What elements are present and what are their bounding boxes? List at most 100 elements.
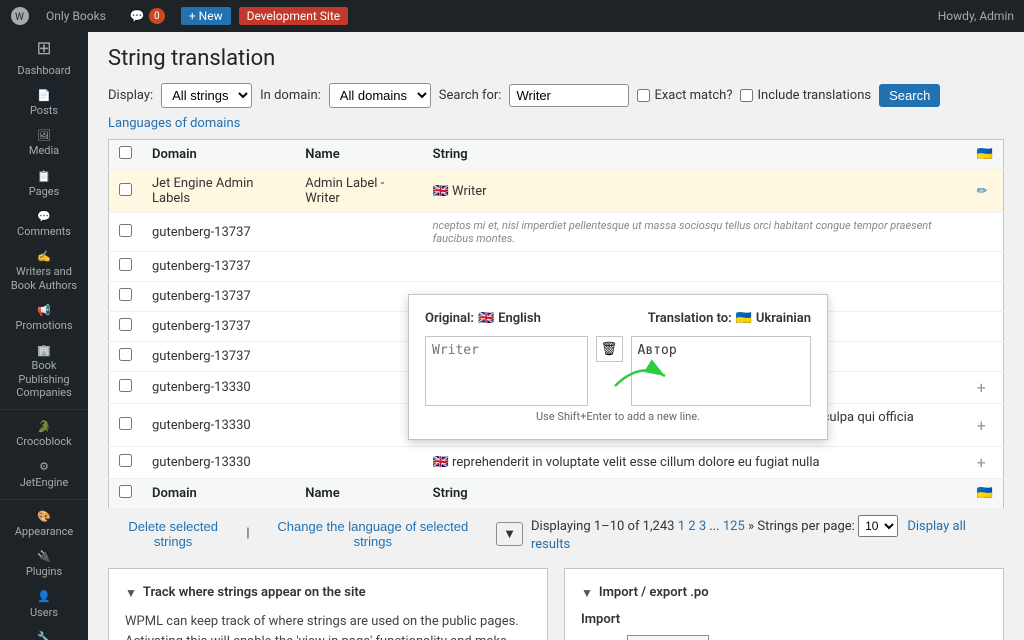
row-checkbox[interactable] <box>119 258 132 271</box>
sidebar-item-jetengine[interactable]: ⚙ JetEngine <box>0 454 88 494</box>
comments-icon[interactable]: 💬 0 <box>122 0 173 32</box>
add-translation-icon[interactable]: + <box>977 416 986 435</box>
action-cell <box>967 342 1004 372</box>
track-panel-toggle[interactable]: ▼ <box>125 586 137 600</box>
string-cell: 🇬🇧 Writer <box>423 170 967 213</box>
include-translations-label[interactable]: Include translations <box>740 88 871 103</box>
sidebar-item-posts[interactable]: 📄 Posts <box>0 83 88 123</box>
sidebar-item-book-publishing[interactable]: 🏢 Book Publishing Companies <box>0 338 88 405</box>
edit-icon[interactable]: ✏ <box>977 184 988 199</box>
sidebar-item-appearance[interactable]: 🎨 Appearance <box>0 504 88 544</box>
track-panel-description: WPML can keep track of where strings are… <box>125 612 531 640</box>
add-translation-icon[interactable]: + <box>977 378 986 397</box>
row-checkbox-cell[interactable] <box>109 404 143 447</box>
strings-per-page-label: Strings per page: <box>757 519 855 534</box>
domain-cell: gutenberg-13737 <box>142 213 295 252</box>
select-all-checkbox[interactable] <box>119 146 132 159</box>
row-checkbox[interactable] <box>119 454 132 467</box>
row-checkbox-cell[interactable] <box>109 312 143 342</box>
domain-column-header: Domain <box>142 140 295 170</box>
table-row: Jet Engine Admin Labels Admin Label - Wr… <box>109 170 1004 213</box>
sidebar-item-comments[interactable]: 💬 Comments <box>0 204 88 244</box>
sidebar-item-tools[interactable]: 🔧 Tools <box>0 625 88 640</box>
page-links[interactable]: 1 2 3 ... 125 » <box>678 519 754 534</box>
row-checkbox[interactable] <box>119 348 132 361</box>
pages-icon: 📋 <box>37 170 51 183</box>
users-icon: 👤 <box>37 590 51 603</box>
filter-bar: Display: All strings In domain: All doma… <box>108 83 1004 108</box>
import-export-panel-title: ▼ Import / export .po <box>581 585 987 600</box>
tools-icon: 🔧 <box>37 631 51 640</box>
sidebar-item-pages[interactable]: 📋 Pages <box>0 164 88 204</box>
name-cell <box>295 372 422 404</box>
sidebar-item-media[interactable]: 🖼 Media <box>0 123 88 163</box>
row-checkbox-cell[interactable] <box>109 447 143 479</box>
row-checkbox[interactable] <box>119 417 132 430</box>
exact-match-checkbox[interactable] <box>637 89 650 102</box>
name-cell <box>295 282 422 312</box>
new-button[interactable]: + New <box>181 7 231 25</box>
domain-cell: gutenberg-13737 <box>142 342 295 372</box>
bulk-dropdown-icon[interactable]: ▼ <box>496 522 523 546</box>
name-column-header: Name <box>295 140 422 170</box>
footer-checkbox-header[interactable] <box>109 479 143 509</box>
sidebar-item-crocoblock[interactable]: 🐊 Crocoblock <box>0 414 88 454</box>
strings-per-page-select[interactable]: 10 25 50 <box>858 515 898 537</box>
import-export-panel: ▼ Import / export .po Import po file: Ch… <box>564 568 1004 640</box>
search-button[interactable]: Search <box>879 84 940 107</box>
edit-cell[interactable]: ✏ <box>967 170 1004 213</box>
row-checkbox-cell[interactable] <box>109 170 143 213</box>
row-checkbox-cell[interactable] <box>109 213 143 252</box>
sidebar-item-plugins[interactable]: 🔌 Plugins <box>0 544 88 584</box>
delete-selected-button[interactable]: Delete selected strings <box>108 519 238 549</box>
name-cell <box>295 213 422 252</box>
add-cell[interactable]: + <box>967 404 1004 447</box>
writers-icon: ✍ <box>37 250 51 263</box>
footer-name-header: Name <box>295 479 422 509</box>
include-translations-checkbox[interactable] <box>740 89 753 102</box>
sidebar-item-writers[interactable]: ✍ Writers and Book Authors <box>0 244 88 298</box>
checkbox-column-header[interactable] <box>109 140 143 170</box>
wp-logo[interactable]: W <box>10 6 30 26</box>
row-checkbox[interactable] <box>119 379 132 392</box>
table-row: gutenberg-13330 🇬🇧 reprehenderit in volu… <box>109 447 1004 479</box>
posts-icon: 📄 <box>37 89 51 102</box>
footer-select-all-checkbox[interactable] <box>119 485 132 498</box>
add-cell[interactable]: + <box>967 372 1004 404</box>
page-link-2[interactable]: 2 <box>688 519 695 534</box>
row-checkbox[interactable] <box>119 183 132 196</box>
add-cell[interactable]: + <box>967 447 1004 479</box>
devsite-badge[interactable]: Development Site <box>239 7 349 25</box>
page-link-125[interactable]: 125 <box>723 519 745 534</box>
sidebar-item-dashboard[interactable]: ⊞ Dashboard <box>0 32 88 83</box>
row-checkbox-cell[interactable] <box>109 372 143 404</box>
exact-match-label[interactable]: Exact match? <box>637 88 732 103</box>
sidebar-item-users[interactable]: 👤 Users <box>0 584 88 624</box>
popup-textareas: 🗑 Автор <box>425 336 811 406</box>
search-input[interactable] <box>509 84 629 107</box>
row-checkbox[interactable] <box>119 318 132 331</box>
page-link-3[interactable]: 3 <box>699 519 706 534</box>
choose-file-button[interactable]: Choose File <box>627 635 709 640</box>
search-for-label: Search for: <box>439 88 502 103</box>
row-checkbox-cell[interactable] <box>109 342 143 372</box>
comments-menu-icon: 💬 <box>37 210 51 223</box>
flag-column-header: 🇺🇦 <box>967 140 1004 170</box>
import-export-toggle[interactable]: ▼ <box>581 586 593 600</box>
domain-select-filter[interactable]: All domains <box>329 83 431 108</box>
row-checkbox-cell[interactable] <box>109 282 143 312</box>
action-cell <box>967 312 1004 342</box>
row-checkbox[interactable] <box>119 288 132 301</box>
add-translation-icon[interactable]: + <box>977 453 986 472</box>
languages-link[interactable]: Languages of domains <box>108 116 1004 131</box>
row-checkbox-cell[interactable] <box>109 252 143 282</box>
footer-domain-header: Domain <box>142 479 295 509</box>
admin-bar: W Only Books 💬 0 + New Development Site … <box>0 0 1024 32</box>
row-checkbox[interactable] <box>119 224 132 237</box>
change-language-button[interactable]: Change the language of selected strings <box>258 519 489 549</box>
page-link-1[interactable]: 1 <box>678 519 685 534</box>
name-cell <box>295 447 422 479</box>
display-select[interactable]: All strings <box>161 83 252 108</box>
sidebar-item-promotions[interactable]: 📢 Promotions <box>0 298 88 338</box>
site-name[interactable]: Only Books <box>38 0 114 32</box>
